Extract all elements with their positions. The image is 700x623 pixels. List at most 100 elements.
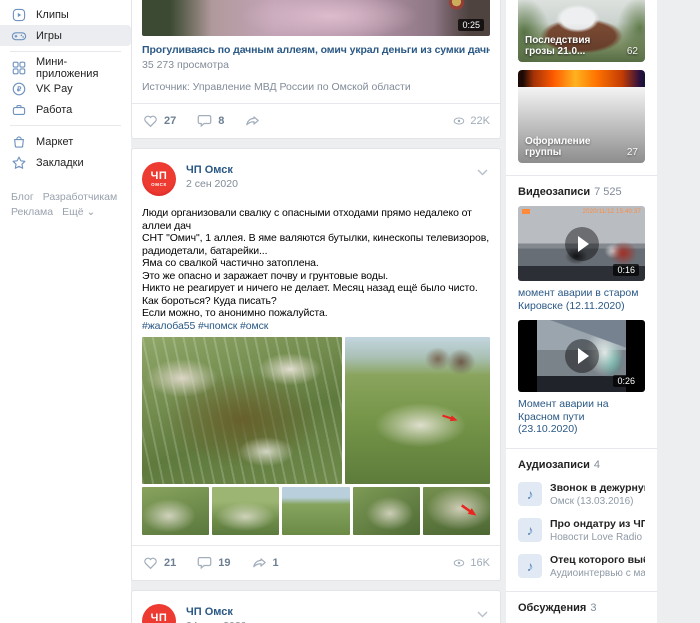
audios-count: 4 — [594, 459, 600, 471]
divider — [10, 51, 121, 52]
play-button-icon — [565, 339, 599, 373]
video-duration-badge: 0:26 — [613, 375, 639, 387]
sidebar-item-vkpay[interactable]: ₽ VK Pay — [0, 78, 131, 99]
dashcam-timestamp: 2020/11/12 15:40:37 — [583, 209, 641, 215]
chevron-down-icon — [477, 169, 488, 176]
post-dump-complaint: ЧП ОМСК ЧП Омск 2 сен 2020 Люди организо… — [131, 148, 501, 581]
developers-link[interactable]: Разработчикам — [43, 191, 118, 203]
miniapps-grid-icon — [11, 60, 27, 76]
post-photo-thumb[interactable] — [282, 487, 349, 535]
audio-item[interactable]: ♪ Отец которого выброс... Аудиоинтервью … — [518, 554, 645, 579]
vkpay-icon: ₽ — [11, 81, 27, 97]
sidebar-item-label: Маркет — [36, 136, 73, 148]
source-link[interactable]: Управление МВД России по Омской области — [193, 81, 411, 93]
sidebar-item-clips[interactable]: Клипы — [0, 4, 131, 25]
post-header: ЧП ОМСК ЧП Омск 24 июл 2020 — [132, 591, 500, 623]
discussions-header-link[interactable]: Обсуждения3 — [518, 602, 645, 614]
post-menu-button[interactable] — [477, 611, 488, 618]
group-avatar[interactable]: ЧП ОМСК — [142, 162, 176, 196]
comment-button[interactable]: 19 — [196, 554, 230, 571]
comment-button[interactable]: 8 — [196, 112, 224, 129]
post-photo-thumb[interactable] — [423, 487, 490, 535]
video-caption-link[interactable]: момент аварии в старом Кировске (12.11.2… — [518, 287, 645, 312]
clips-icon — [11, 7, 27, 23]
video-thumbnail-kirovsk[interactable]: 2020/11/12 15:40:37 0:16 — [518, 206, 645, 281]
post-header: ЧП ОМСК ЧП Омск 2 сен 2020 — [132, 149, 500, 196]
hashtag-link[interactable]: #жалоба55 — [142, 320, 195, 332]
hashtag-link[interactable]: #омск — [240, 320, 268, 332]
album-group-design[interactable]: Оформление группы 27 — [518, 70, 645, 163]
like-button[interactable]: 27 — [142, 112, 176, 129]
more-link[interactable]: Ещё ⌄ — [62, 206, 95, 218]
audio-subtitle: Новости Love Radio Ом... — [550, 532, 645, 543]
sidebar-item-bookmarks[interactable]: Закладки — [0, 152, 131, 173]
album-cover-image — [518, 70, 645, 87]
gamepad-icon — [11, 28, 27, 44]
audio-title: Звонок в дежурную ча... — [550, 482, 645, 494]
eye-icon — [452, 114, 466, 128]
sidebar-item-miniapps[interactable]: Мини-приложения — [0, 57, 131, 78]
album-storm-aftermath[interactable]: Последствия грозы 21.0... 62 — [518, 0, 645, 62]
play-button-icon — [565, 227, 599, 261]
chevron-down-icon — [477, 611, 488, 618]
sidebar-item-market[interactable]: Маркет — [0, 131, 131, 152]
news-feed: 0:25 Прогуливаясь по дачным аллеям, омич… — [131, 0, 501, 623]
post-views: 16K — [452, 556, 490, 570]
sidebar-item-jobs[interactable]: Работа — [0, 99, 131, 120]
video-caption-link[interactable]: Момент аварии на Красном пути (23.10.202… — [518, 398, 645, 436]
chevron-down-icon: ⌄ — [87, 205, 96, 220]
post-photo-pond[interactable] — [142, 337, 342, 484]
photo-albums-section: Последствия грозы 21.0... 62 Оформление … — [506, 0, 657, 175]
group-name-link[interactable]: ЧП Омск — [186, 604, 490, 618]
group-avatar[interactable]: ЧП ОМСК — [142, 604, 176, 623]
discussions-count: 3 — [590, 602, 596, 614]
sidebar-item-label: Клипы — [36, 9, 69, 21]
hashtag-link[interactable]: #чпомск — [198, 320, 237, 332]
sidebar-item-label: Игры — [36, 30, 62, 42]
album-title: Оформление группы — [525, 136, 621, 158]
video-title-link[interactable]: Прогуливаясь по дачным аллеям, омич укра… — [142, 44, 490, 56]
group-name-link[interactable]: ЧП Омск — [186, 162, 490, 176]
audios-header-link[interactable]: Аудиозаписи4 — [518, 459, 645, 471]
shopping-bag-icon — [11, 134, 27, 150]
post-photo-thumb[interactable] — [212, 487, 279, 535]
post-hashtags: #жалоба55 #чпомск #омск — [142, 320, 490, 333]
video-thumbnail[interactable]: 0:25 — [142, 0, 490, 36]
post-photo-field[interactable] — [345, 337, 490, 484]
blog-link[interactable]: Блог — [11, 191, 34, 203]
right-sidebar: Последствия грозы 21.0... 62 Оформление … — [506, 0, 657, 623]
videos-header-link[interactable]: Видеозаписи7 525 — [518, 186, 645, 198]
audio-item[interactable]: ♪ Звонок в дежурную ча... Омск (13.03.20… — [518, 482, 645, 507]
post-menu-button[interactable] — [477, 169, 488, 176]
post-date-link[interactable]: 2 сен 2020 — [186, 178, 490, 190]
eye-icon — [452, 556, 466, 570]
ads-link[interactable]: Реклама — [11, 206, 53, 218]
post-photo-thumb[interactable] — [353, 487, 420, 535]
audio-title: Отец которого выброс... — [550, 554, 645, 566]
post-photo-thumb[interactable] — [142, 487, 209, 535]
sidebar-item-label: Работа — [36, 104, 72, 116]
album-title: Последствия грозы 21.0... — [525, 35, 621, 57]
audios-section: Аудиозаписи4 ♪ Звонок в дежурную ча... О… — [506, 448, 657, 591]
like-button[interactable]: 21 — [142, 554, 176, 571]
video-thumbnail-krasny-put[interactable]: 0:26 — [518, 320, 645, 392]
share-arrow-icon — [244, 112, 261, 129]
divider — [10, 125, 121, 126]
share-button[interactable] — [244, 112, 261, 129]
post-theft-video: 0:25 Прогуливаясь по дачным аллеям, омич… — [131, 0, 501, 139]
audio-item[interactable]: ♪ Про ондатру из ЧП Ом... Новости Love R… — [518, 518, 645, 543]
post-text: Люди организовали свалку с опасными отхо… — [142, 207, 492, 320]
sidebar-item-label: Мини-приложения — [36, 56, 123, 80]
music-note-icon: ♪ — [518, 482, 542, 506]
share-button[interactable]: 1 — [251, 554, 279, 571]
red-arrow-annotation — [460, 503, 479, 519]
police-emblem-watermark — [449, 0, 464, 10]
post-views: 22K — [452, 114, 490, 128]
videos-section: Видеозаписи7 525 2020/11/12 15:40:37 0:1… — [506, 175, 657, 448]
video-duration-badge: 0:25 — [458, 19, 484, 31]
dashcam-logo-mark — [522, 209, 530, 214]
video-duration-badge: 0:16 — [613, 264, 639, 276]
sidebar-item-games[interactable]: Игры — [0, 25, 131, 46]
photo-grid — [142, 337, 490, 535]
left-sidebar: Клипы Игры Мини-приложения ₽ VK Pay Рабо… — [0, 0, 131, 623]
